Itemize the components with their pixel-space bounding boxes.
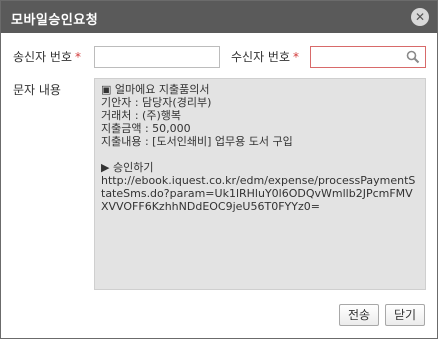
search-icon[interactable] [406, 50, 420, 64]
sender-number-input[interactable] [94, 46, 220, 68]
receiver-number-label: 수신자 번호 * [231, 48, 299, 65]
send-button[interactable]: 전송 [339, 304, 379, 326]
receiver-required-mark: * [293, 50, 300, 64]
close-icon[interactable]: ✕ [411, 8, 429, 26]
message-content-label: 문자 내용 [13, 83, 61, 97]
dialog-title: 모바일승인요청 [11, 13, 99, 28]
close-button[interactable]: 닫기 [385, 304, 425, 326]
message-content-box: ▣ 얼마에요 지출품의서 기안자 : 담당자(경리부) 거래처 : (주)행복 … [94, 78, 426, 290]
sender-number-label-text: 송신자 번호 [13, 50, 73, 64]
sender-number-label: 송신자 번호 * [13, 48, 81, 65]
receiver-number-label-text: 수신자 번호 [231, 50, 291, 64]
mobile-approval-dialog: 모바일승인요청 ✕ 송신자 번호 * 수신자 번호 * 문자 내용 ▣ 얼마에요 지… [0, 0, 438, 339]
dialog-titlebar: 모바일승인요청 ✕ [1, 1, 437, 33]
sender-required-mark: * [75, 50, 82, 64]
